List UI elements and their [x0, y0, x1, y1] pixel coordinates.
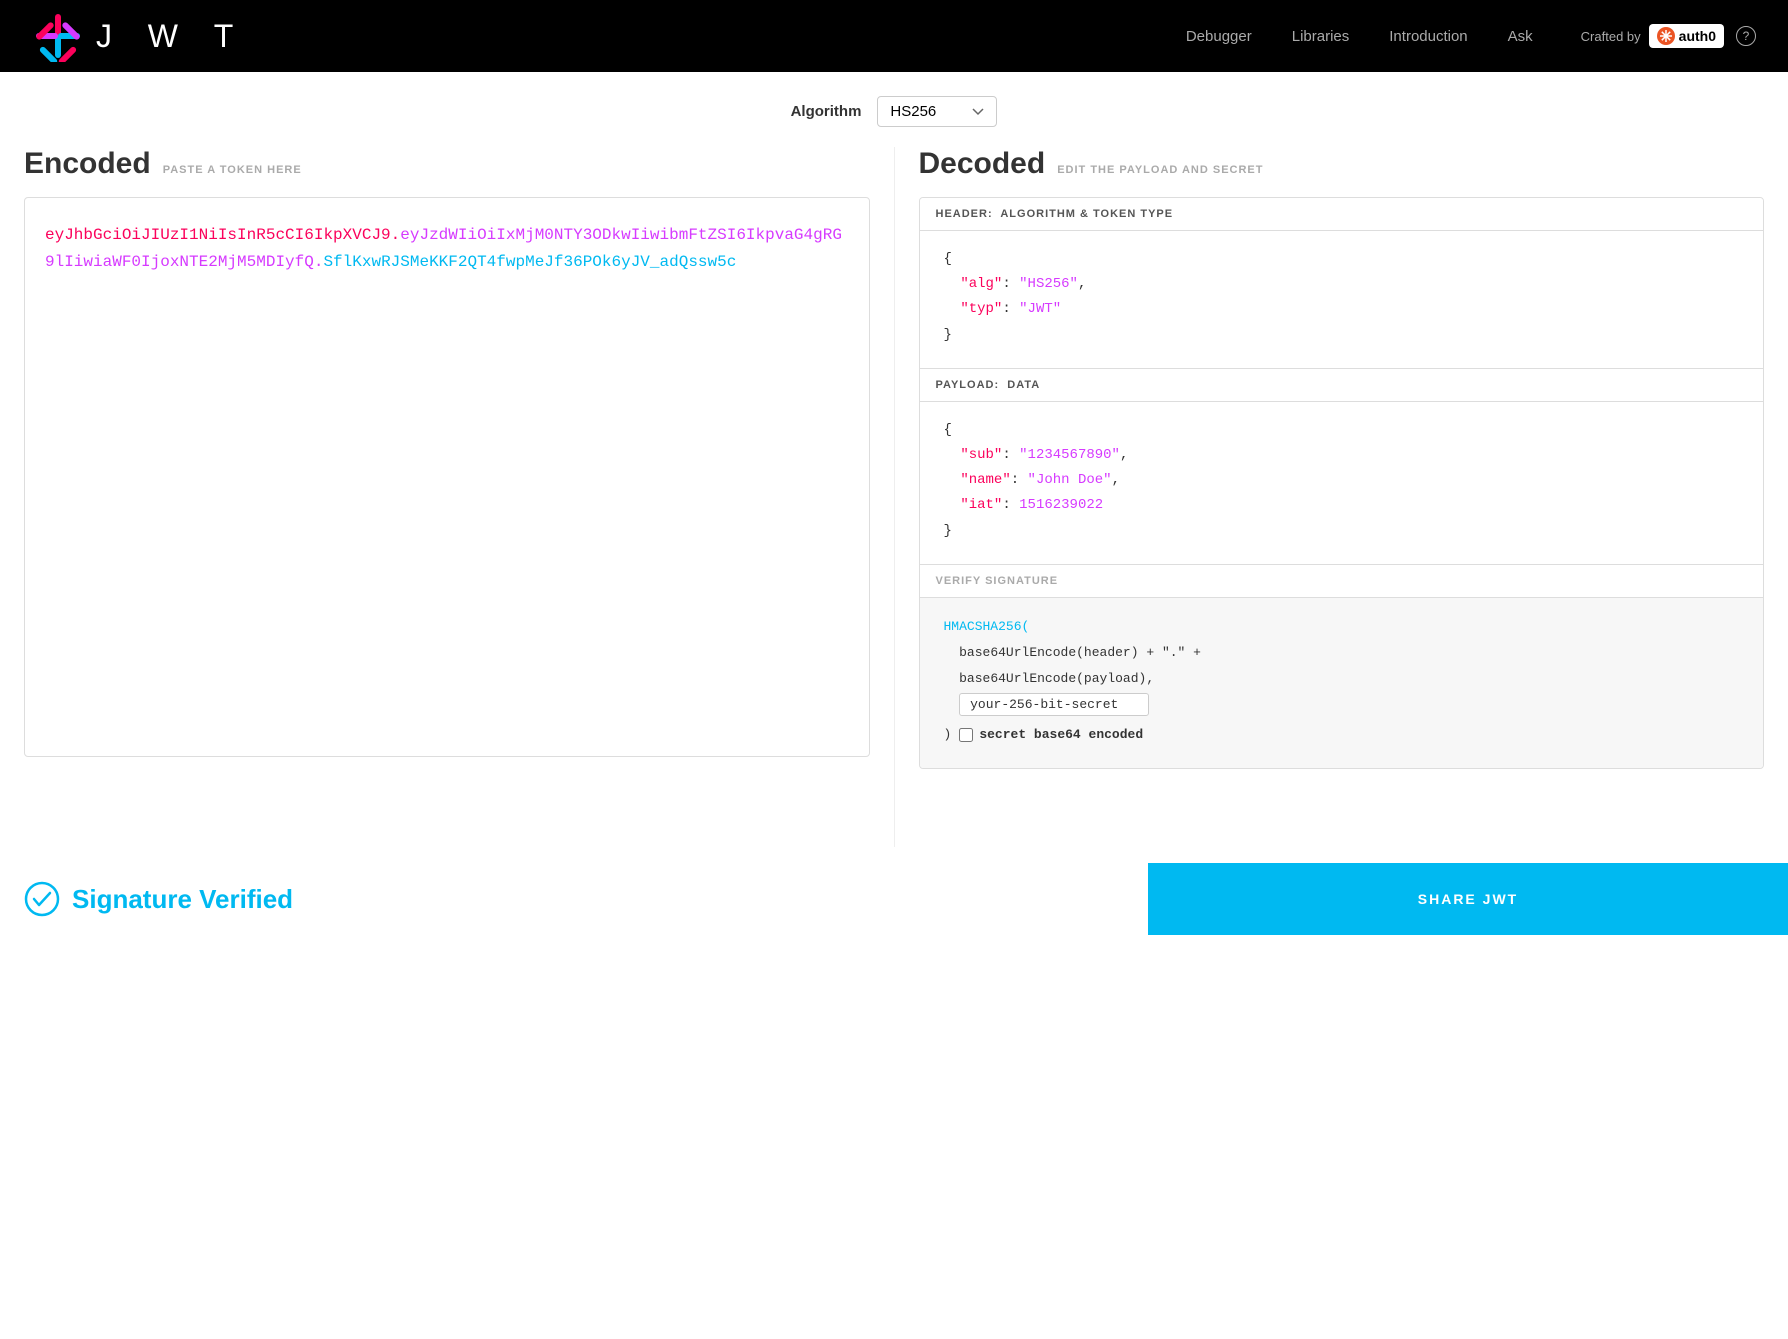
- payload-body[interactable]: { "sub": "1234567890", "name": "John Doe…: [920, 402, 1764, 564]
- token-dot1: .: [391, 226, 401, 244]
- decoded-subtitle: EDIT THE PAYLOAD AND SECRET: [1057, 164, 1263, 176]
- name-key: "name": [960, 472, 1010, 488]
- typ-key: "typ": [960, 301, 1002, 317]
- iat-key: "iat": [960, 497, 1002, 513]
- token-dot2: .: [314, 253, 324, 271]
- encoded-section: Encoded PASTE A TOKEN HERE eyJhbGciOiJIU…: [24, 147, 895, 847]
- sub-value: "1234567890": [1019, 447, 1120, 463]
- auth0-icon: [1657, 27, 1675, 45]
- alg-value: "HS256": [1019, 276, 1078, 292]
- logo: J W T: [32, 10, 239, 62]
- verify-func: HMACSHA256(: [944, 619, 1030, 634]
- verify-body: HMACSHA256( base64UrlEncode(header) + ".…: [920, 598, 1764, 768]
- token-part1: eyJhbGciOiJIUzI1NiIsInR5cCI6IkpXVCJ9: [45, 226, 391, 244]
- main-content: Encoded PASTE A TOKEN HERE eyJhbGciOiJIU…: [0, 147, 1788, 847]
- main-nav: Debugger Libraries Introduction Ask: [1186, 28, 1533, 45]
- auth0-badge: auth0: [1649, 24, 1724, 48]
- nav-introduction[interactable]: Introduction: [1389, 28, 1467, 45]
- encoded-subtitle: PASTE A TOKEN HERE: [163, 164, 302, 176]
- decoded-title: Decoded: [919, 147, 1046, 181]
- verified-icon: [24, 881, 60, 917]
- alg-key: "alg": [960, 276, 1002, 292]
- crafted-by-label: Crafted by: [1581, 29, 1641, 44]
- base64-label: secret base64 encoded: [979, 722, 1143, 748]
- secret-row: ) secret base64 encoded: [944, 722, 1740, 748]
- encoded-title: Encoded: [24, 147, 151, 181]
- name-value: "John Doe": [1028, 472, 1112, 488]
- verify-part: VERIFY SIGNATURE HMACSHA256( base64UrlEn…: [920, 565, 1764, 768]
- help-icon[interactable]: ?: [1736, 26, 1756, 46]
- nav-libraries[interactable]: Libraries: [1292, 28, 1350, 45]
- header-body[interactable]: { "alg": "HS256", "typ": "JWT" }: [920, 231, 1764, 368]
- auth0-label: auth0: [1679, 28, 1716, 44]
- verify-line1: base64UrlEncode(header) + "." +: [959, 645, 1201, 660]
- encoded-textarea[interactable]: eyJhbGciOiJIUzI1NiIsInR5cCI6IkpXVCJ9.eyJ…: [24, 197, 870, 757]
- verify-label: VERIFY SIGNATURE: [920, 565, 1764, 598]
- decoded-header: Decoded EDIT THE PAYLOAD AND SECRET: [919, 147, 1765, 181]
- decoded-panel: HEADER: ALGORITHM & TOKEN TYPE { "alg": …: [919, 197, 1765, 769]
- secret-input[interactable]: [959, 693, 1149, 716]
- token-part3: SflKxwRJSMeKKF2QT4fwpMeJf36POk6yJV_adQss…: [323, 253, 736, 271]
- typ-value: "JWT": [1019, 301, 1061, 317]
- nav-ask[interactable]: Ask: [1508, 28, 1533, 45]
- crafted-by: Crafted by auth0 ?: [1581, 24, 1756, 48]
- payload-section-label: PAYLOAD: DATA: [920, 369, 1764, 402]
- iat-value: 1516239022: [1019, 497, 1103, 513]
- decoded-header-part: HEADER: ALGORITHM & TOKEN TYPE { "alg": …: [920, 198, 1764, 369]
- navbar: J W T Debugger Libraries Introduction As…: [0, 0, 1788, 72]
- signature-verified: Signature Verified: [0, 881, 1148, 917]
- secret-base64-checkbox: secret base64 encoded: [959, 722, 1143, 748]
- algorithm-select[interactable]: HS256 HS384 HS512 RS256 RS384 RS512: [877, 96, 997, 127]
- encoded-header: Encoded PASTE A TOKEN HERE: [24, 147, 870, 181]
- algorithm-label: Algorithm: [791, 103, 862, 120]
- sub-key: "sub": [960, 447, 1002, 463]
- verified-text: Signature Verified: [72, 884, 293, 915]
- base64-checkbox[interactable]: [959, 728, 973, 742]
- decoded-payload-part: PAYLOAD: DATA { "sub": "1234567890", "na…: [920, 369, 1764, 565]
- share-jwt-button[interactable]: SHARE JWT: [1148, 863, 1788, 935]
- bottom-bar: Signature Verified SHARE JWT: [0, 863, 1788, 935]
- algorithm-row: Algorithm HS256 HS384 HS512 RS256 RS384 …: [0, 72, 1788, 147]
- verify-line2: base64UrlEncode(payload),: [959, 671, 1154, 686]
- decoded-section: Decoded EDIT THE PAYLOAD AND SECRET HEAD…: [895, 147, 1765, 847]
- header-section-label: HEADER: ALGORITHM & TOKEN TYPE: [920, 198, 1764, 231]
- nav-debugger[interactable]: Debugger: [1186, 28, 1252, 45]
- verify-close: ): [944, 722, 952, 748]
- logo-text: J W T: [96, 18, 239, 55]
- jwt-logo-icon: [32, 10, 84, 62]
